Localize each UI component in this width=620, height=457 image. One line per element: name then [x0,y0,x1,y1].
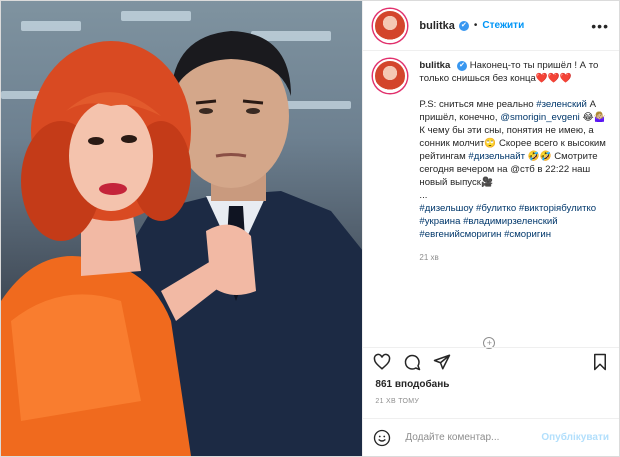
post-timestamp[interactable]: 21 ХВ ТОМУ [375,398,419,405]
follow-button[interactable]: Стежити [482,20,524,31]
more-options-icon[interactable]: ••• [591,18,609,34]
caption-text: bulitka ✔ Наконец-то ты пришёл ! А то то… [419,59,609,264]
post-photo[interactable] [1,1,363,456]
verified-badge-icon: ✔ [458,20,469,31]
verified-badge-icon: ✔ [457,61,468,71]
publish-button[interactable]: Опублікувати [541,432,609,443]
avatar[interactable] [373,8,408,43]
caption-ps-line: P.S: сниться мне реально [419,99,534,110]
heart-icon[interactable] [373,353,391,371]
emoji-icon[interactable] [373,429,391,447]
action-bar [363,347,619,376]
caption-time: 21 хв [419,253,439,262]
comments-section: bulitka ✔ Наконец-то ты пришёл ! А то то… [373,59,609,339]
likes-count[interactable]: 861 вподобань [375,379,449,390]
post-side-panel: bulitka ✔ • Стежити ••• bulitka ✔ Наконе… [362,1,619,456]
bookmark-icon[interactable] [591,353,609,371]
caption-row: bulitka ✔ Наконец-то ты пришёл ! А то то… [373,59,609,264]
add-comment-bar: Опублікувати [363,418,619,456]
caption-username[interactable]: bulitka [419,60,450,71]
mention-link[interactable]: @smorigin_evgeni [500,112,580,123]
caption-ellipsis: ... [419,190,428,201]
separator-dot: • [473,20,478,31]
caption-avatar[interactable] [373,59,408,93]
post-header: bulitka ✔ • Стежити ••• [363,1,619,51]
hashtags-block[interactable]: #дизельшоу #булитко #викторiябулитко #ук… [419,203,596,240]
instagram-post: bulitka ✔ • Стежити ••• bulitka ✔ Наконе… [0,0,620,457]
hashtag-link[interactable]: #дизельнайт [468,151,525,162]
comment-input[interactable] [403,431,542,444]
username-link[interactable]: bulitka [419,20,454,32]
share-icon[interactable] [433,353,451,371]
photo-illustration [1,11,363,456]
comment-icon[interactable] [403,353,421,371]
hashtag-link[interactable]: #зеленский [536,99,587,110]
